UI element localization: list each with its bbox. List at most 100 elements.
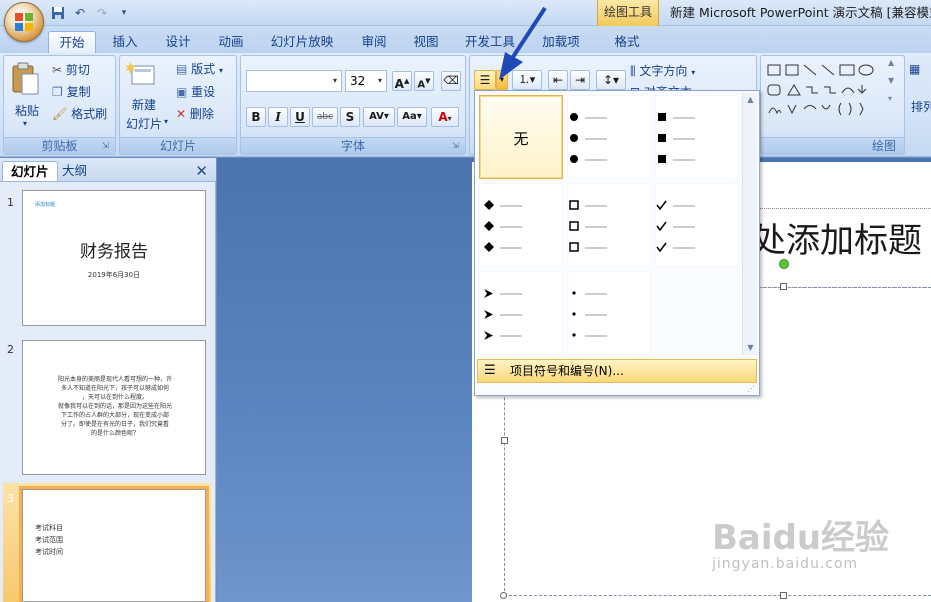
reset-icon: ▣ (176, 85, 188, 99)
title-bar: ↶ ↷ ▾ 绘图工具 新建 Microsoft PowerPoint 演示文稿 … (0, 0, 931, 26)
group-label-slides: 幻灯片 (120, 137, 236, 154)
new-slide-button[interactable]: 新建 幻灯片 ▾ (126, 60, 170, 132)
clear-format-button[interactable]: ⌫ (441, 71, 461, 91)
font-dialog-launcher-icon[interactable]: ⇲ (452, 141, 462, 151)
watermark-logo: Baidu经验 (712, 518, 890, 558)
cut-button[interactable]: ✂ 剪切 (52, 61, 90, 78)
layout-icon: ▤ (176, 62, 188, 76)
scissors-icon: ✂ (52, 63, 63, 77)
delete-button[interactable]: ✕ 删除 (176, 105, 214, 122)
brush-icon: 🖌 (52, 107, 68, 121)
resize-grip-icon[interactable]: ⋰ (747, 384, 757, 394)
strikethrough-button[interactable]: abc (312, 107, 338, 127)
customize-icon[interactable]: ▾ (116, 5, 132, 21)
close-icon[interactable]: ✕ (195, 162, 208, 180)
resize-handle-bottom-left[interactable] (500, 592, 507, 599)
group-label-clipboard: 剪贴板 (4, 137, 115, 154)
thumb-small-text: 添加标题 (35, 202, 56, 208)
copy-button[interactable]: ❐ 复制 (52, 83, 91, 100)
annotation-arrow-icon (499, 6, 547, 80)
thumb-paragraph: 阳光本身的美丽是现代人看可想的一种，许 多人不知道在阳光下，孩子可以够成如何 ，… (57, 376, 172, 437)
format-painter-button[interactable]: 🖌 格式刷 (52, 105, 107, 122)
thumb-list: 考试科目 考试范围 考试时间 (35, 524, 63, 556)
shapes-scroll[interactable]: ▲ ▼ ▾ (888, 58, 902, 116)
watermark-url: jingyan.baidu.com (712, 556, 859, 572)
tab-animation[interactable]: 动画 (208, 31, 254, 53)
delete-icon: ✕ (176, 107, 187, 121)
shapes-gallery[interactable] (766, 62, 888, 120)
dialog-launcher-icon[interactable]: ⇲ (102, 141, 112, 151)
quick-access-toolbar: ↶ ↷ ▾ (50, 4, 132, 22)
group-slides: 新建 幻灯片 ▾ ▤ 版式 ▾ ▣ 重设 ✕ 删除 幻灯片 (119, 55, 237, 155)
layout-button[interactable]: ▤ 版式 ▾ (176, 60, 223, 77)
bullets-gallery: 无 (477, 93, 742, 355)
tab-insert[interactable]: 插入 (104, 31, 146, 53)
tab-format[interactable]: 格式 (605, 31, 649, 53)
office-button[interactable] (4, 2, 44, 42)
bold-button[interactable]: B (246, 107, 266, 127)
office-logo-icon (15, 13, 33, 31)
shrink-font-button[interactable]: A▼ (414, 71, 434, 91)
shadow-button[interactable]: S (340, 107, 360, 127)
tab-slides-pane[interactable]: 幻灯片 (2, 161, 58, 181)
paste-label: 粘贴 (15, 104, 40, 118)
slide-number: 3 (7, 492, 14, 505)
tab-slideshow[interactable]: 幻灯片放映 (262, 31, 342, 53)
pane-tabs: 幻灯片 大纲 ✕ (0, 158, 216, 182)
line-spacing-button[interactable]: ↕▾ (596, 70, 626, 90)
title-placeholder-text: 处添加标题 (752, 221, 922, 261)
save-icon[interactable] (50, 5, 66, 21)
slide-number: 1 (7, 196, 14, 209)
paste-button[interactable]: 粘贴 ▾ (10, 62, 42, 132)
group-font: ▾ 32 ▾ A▲ A▼ ⌫ B I U abc S AV▾ Aa▾ A▾ 字体 … (240, 55, 466, 155)
slide-thumbnail-2[interactable]: 阳光本身的美丽是现代人看可想的一种，许 多人不知道在阳光下，孩子可以够成如何 ，… (22, 340, 206, 475)
slides-pane: 幻灯片 大纲 ✕ 1 添加标题 财务报告 2019年6月30日 2 阳光本身的美… (0, 158, 216, 602)
font-size-combo[interactable]: 32 ▾ (345, 70, 387, 92)
undo-icon[interactable]: ↶ (72, 5, 88, 21)
bullet-list-icon: ☰ (484, 363, 496, 378)
tab-home[interactable]: 开始 (48, 31, 96, 53)
reset-button[interactable]: ▣ 重设 (176, 83, 215, 100)
resize-handle-left[interactable] (501, 437, 508, 444)
font-size-dropdown-icon[interactable]: ▾ (374, 71, 386, 91)
group-clipboard: 粘贴 ▾ ✂ 剪切 ❐ 复制 🖌 格式刷 剪贴板 ⇲ (3, 55, 116, 155)
font-name-combo[interactable]: ▾ (246, 70, 342, 92)
group-label-font: 字体 (241, 137, 465, 154)
bullet-previews (484, 113, 695, 340)
ribbon: 粘贴 ▾ ✂ 剪切 ❐ 复制 🖌 格式刷 剪贴板 ⇲ 新建 幻灯片 ▾ ▤ 版式… (0, 53, 931, 157)
resize-handle-bottom[interactable] (780, 592, 787, 599)
tab-design[interactable]: 设计 (156, 31, 200, 53)
tab-outline-pane[interactable]: 大纲 (54, 161, 95, 181)
copy-icon: ❐ (52, 85, 63, 99)
scroll-down-icon[interactable]: ▼ (743, 341, 758, 355)
ribbon-tabs: 开始 插入 设计 动画 幻灯片放映 审阅 视图 开发工具 加载项 格式 (0, 26, 931, 54)
redo-icon[interactable]: ↷ (94, 5, 110, 21)
layout-dropdown-icon: ▾ (219, 66, 224, 75)
scroll-up-icon[interactable]: ▲ (743, 93, 758, 107)
increase-indent-button[interactable]: ⇥ (570, 70, 590, 90)
window-title: 新建 Microsoft PowerPoint 演示文稿 [兼容模式 (670, 5, 931, 20)
new-slide-label2: 幻灯片 (126, 117, 163, 131)
bullets-and-numbering-menu-item[interactable]: ☰ 项目符号和编号(N)... (477, 359, 757, 383)
italic-button[interactable]: I (268, 107, 288, 127)
char-spacing-button[interactable]: AV▾ (363, 107, 395, 127)
arrange-icon[interactable]: ▦ (909, 62, 920, 76)
grow-font-button[interactable]: A▲ (392, 71, 412, 91)
tab-review[interactable]: 审阅 (351, 31, 397, 53)
arrange-button[interactable]: 排列 (911, 98, 931, 115)
font-name-dropdown-icon[interactable]: ▾ (329, 71, 341, 91)
slide-number: 2 (7, 343, 14, 356)
gallery-scrollbar[interactable]: ▲ ▼ (742, 93, 757, 355)
resize-handle-top[interactable] (780, 283, 787, 290)
bullets-button[interactable]: ☰ (474, 70, 496, 90)
text-direction-button[interactable]: ⫼ 文字方向 ▾ (630, 62, 695, 79)
font-color-button[interactable]: A▾ (431, 107, 459, 127)
slide-thumbnail-3[interactable]: 考试科目 考试范围 考试时间 (19, 486, 209, 602)
rotation-handle[interactable] (779, 259, 789, 269)
group-label-drawing: 绘图 (761, 137, 904, 154)
slide-thumbnail-1[interactable]: 添加标题 财务报告 2019年6月30日 (22, 190, 206, 326)
change-case-button[interactable]: Aa▾ (397, 107, 427, 127)
underline-button[interactable]: U (290, 107, 310, 127)
thumb-title: 财务报告 (80, 242, 148, 262)
tab-view[interactable]: 视图 (403, 31, 449, 53)
